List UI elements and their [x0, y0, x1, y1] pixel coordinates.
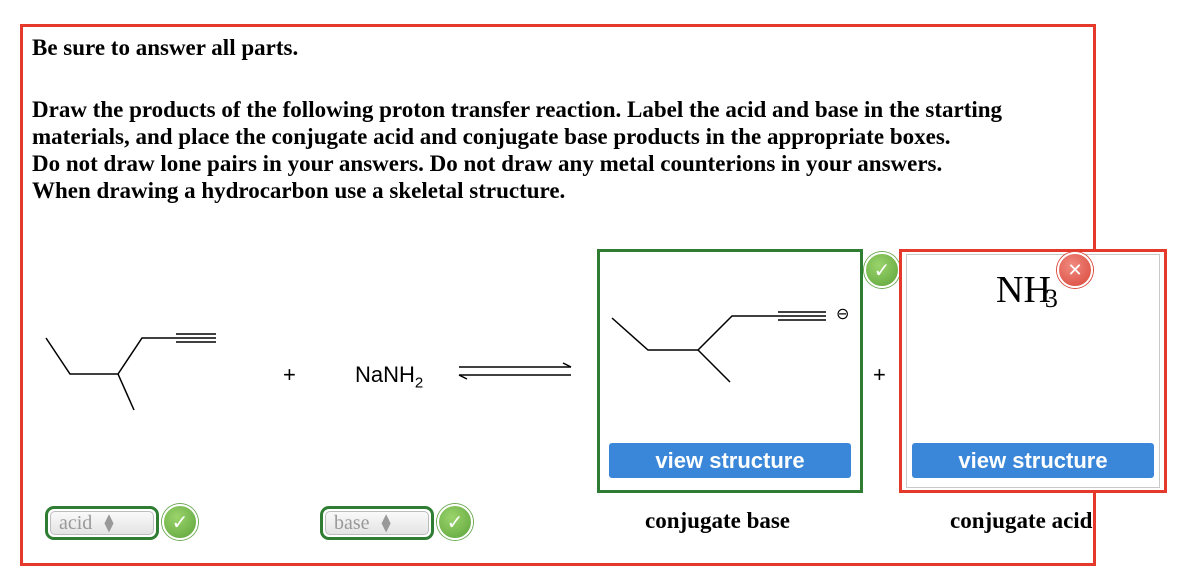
base-select[interactable]: base ▲ ▼ [320, 506, 434, 540]
acid-select-field[interactable]: acid ▲ ▼ [50, 511, 154, 535]
formula-subscript: 3 [1044, 283, 1058, 313]
conjugate-base-caption: conjugate base [645, 508, 791, 533]
stepper-icon: ▲ ▼ [104, 512, 114, 534]
equilibrium-arrows-icon [458, 362, 572, 380]
view-structure-button[interactable]: view structure [912, 443, 1154, 478]
question-instructions: Draw the products of the following proto… [32, 96, 1192, 204]
starting-alkyne-structure [45, 333, 216, 411]
reagent-label: NaNH2 [355, 362, 423, 391]
conjugate-base-structure [611, 311, 826, 383]
reagent-main: NaNH [355, 362, 415, 387]
x-icon: ✕ [1057, 252, 1093, 288]
plus-sign: + [283, 362, 296, 387]
base-select-field[interactable]: base ▲ ▼ [325, 511, 429, 535]
conjugate-acid-caption: conjugate acid [950, 508, 1093, 533]
check-icon: ✓ [437, 504, 473, 540]
stepper-down-icon: ▼ [104, 520, 114, 534]
instruction-line: When drawing a hydrocarbon use a skeleta… [32, 178, 566, 203]
stepper-down-icon: ▼ [381, 520, 391, 534]
conjugate-base-box[interactable]: ⊖ view structure [597, 249, 863, 493]
base-select-value: base [334, 511, 370, 534]
check-icon: ✓ [864, 252, 900, 288]
instruction-line: materials, and place the conjugate acid … [32, 124, 951, 149]
reagent-subscript: 2 [414, 374, 424, 392]
acid-select[interactable]: acid ▲ ▼ [45, 506, 159, 540]
question-title: Be sure to answer all parts. [32, 35, 299, 60]
conjugate-acid-box[interactable]: NH3 view structure [899, 249, 1167, 493]
nh3-formula: NH3 [996, 268, 1064, 318]
acid-select-value: acid [59, 511, 93, 534]
instruction-line: Do not draw lone pairs in your answers. … [32, 151, 943, 176]
plus-sign: + [873, 362, 886, 387]
instruction-line: Draw the products of the following proto… [32, 97, 1003, 122]
view-structure-button[interactable]: view structure [609, 443, 851, 478]
stepper-icon: ▲ ▼ [381, 512, 391, 534]
check-icon: ✓ [162, 504, 198, 540]
negative-charge-icon: ⊖ [836, 304, 850, 323]
formula-main: NH [996, 269, 1051, 311]
